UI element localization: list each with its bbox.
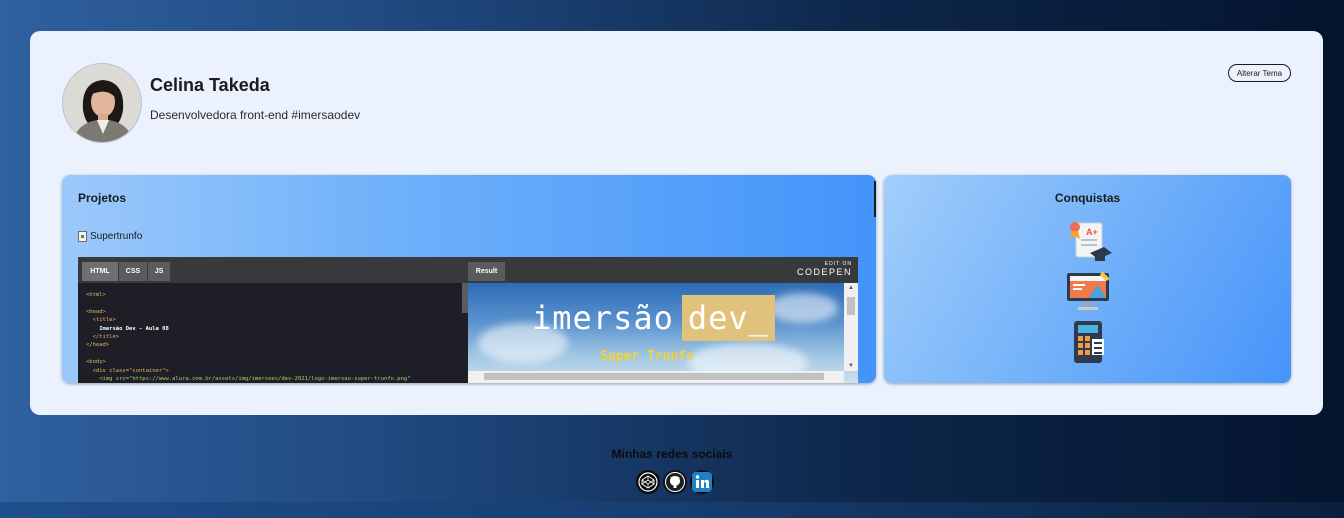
linkedin-link[interactable] — [690, 470, 714, 494]
banner-word: imersão — [532, 299, 674, 337]
code-line: <title> — [86, 317, 116, 324]
edit-on-codepen-link[interactable]: EDIT ON CODEPEN — [797, 261, 852, 277]
broken-image-icon — [78, 231, 87, 242]
change-theme-button[interactable]: Alterar Tema — [1228, 64, 1291, 82]
calculator-icon — [1064, 319, 1112, 365]
result-horizontal-scrollbar[interactable] — [468, 371, 844, 383]
scroll-up-icon[interactable]: ▲ — [844, 285, 858, 291]
linkedin-icon — [692, 472, 712, 492]
profile-name: Celina Takeda — [150, 75, 270, 95]
social-links — [636, 470, 714, 494]
scroll-thumb[interactable] — [484, 373, 824, 380]
github-link[interactable] — [663, 470, 687, 494]
code-line: </title> — [86, 333, 120, 340]
tab-js[interactable]: JS — [148, 262, 170, 281]
github-icon — [666, 473, 684, 491]
avatar — [62, 63, 142, 143]
cloud-shape — [768, 293, 838, 323]
profile-card: Celina Takeda Desenvolvedora front-end #… — [30, 31, 1323, 415]
codepen-embed: HTML CSS JS Result EDIT ON CODEPEN <html… — [78, 257, 858, 383]
banner-title: imersão dev_ — [532, 295, 775, 341]
tab-css[interactable]: CSS — [119, 262, 147, 281]
codepen-brand: CODEPEN — [796, 267, 852, 277]
projects-title: Projetos — [78, 191, 127, 205]
scroll-down-icon[interactable]: ▼ — [844, 363, 858, 369]
project-link-supertrunfo[interactable]: Supertrunfo — [78, 231, 142, 242]
achievements-panel: Conquistas A+ — [884, 175, 1291, 383]
project-link-label: Supertrunfo — [90, 231, 143, 242]
achievements-title: Conquistas — [1054, 191, 1121, 205]
projects-panel: Projetos Supertrunfo HTML CSS JS Result … — [62, 175, 876, 383]
badge-list: A+ — [884, 219, 1291, 365]
monitor-design-icon — [1064, 269, 1112, 315]
code-line: Imersão Dev - Aula 08 — [86, 325, 169, 332]
codepen-toolbar: HTML CSS JS Result EDIT ON CODEPEN — [78, 257, 858, 283]
tab-result[interactable]: Result — [468, 262, 505, 281]
code-line: <img src="https://www.alura.com.br/asset… — [86, 375, 411, 382]
code-line: <html> — [86, 292, 106, 298]
result-vertical-scrollbar[interactable]: ▲ ▼ — [844, 283, 858, 371]
code-line: <div class="container"> — [86, 367, 169, 374]
banner-highlight: dev_ — [681, 295, 775, 341]
code-line: <head> — [86, 308, 106, 315]
code-line: </head> — [86, 342, 110, 349]
tab-html[interactable]: HTML — [82, 262, 118, 281]
codepen-link[interactable] — [636, 470, 660, 494]
social-section-title: Minhas redes sociais — [611, 447, 733, 461]
code-editor[interactable]: <html> <head> <title> Imersão Dev - Aula… — [78, 283, 468, 383]
avatar-portrait — [63, 64, 141, 142]
code-line: <body> — [86, 359, 106, 366]
banner-subtitle: Super Trunfo — [600, 349, 694, 364]
result-preview: imersão dev_ Super Trunfo ▲ ▼ — [468, 283, 858, 383]
profile-bio: Desenvolvedora front-end #imersaodev — [150, 108, 361, 122]
scroll-thumb[interactable] — [847, 297, 855, 315]
svg-text:A+: A+ — [1086, 227, 1098, 237]
certificate-grade-icon: A+ — [1064, 219, 1112, 265]
codepen-icon — [638, 472, 658, 492]
bottom-strip — [0, 502, 1344, 518]
